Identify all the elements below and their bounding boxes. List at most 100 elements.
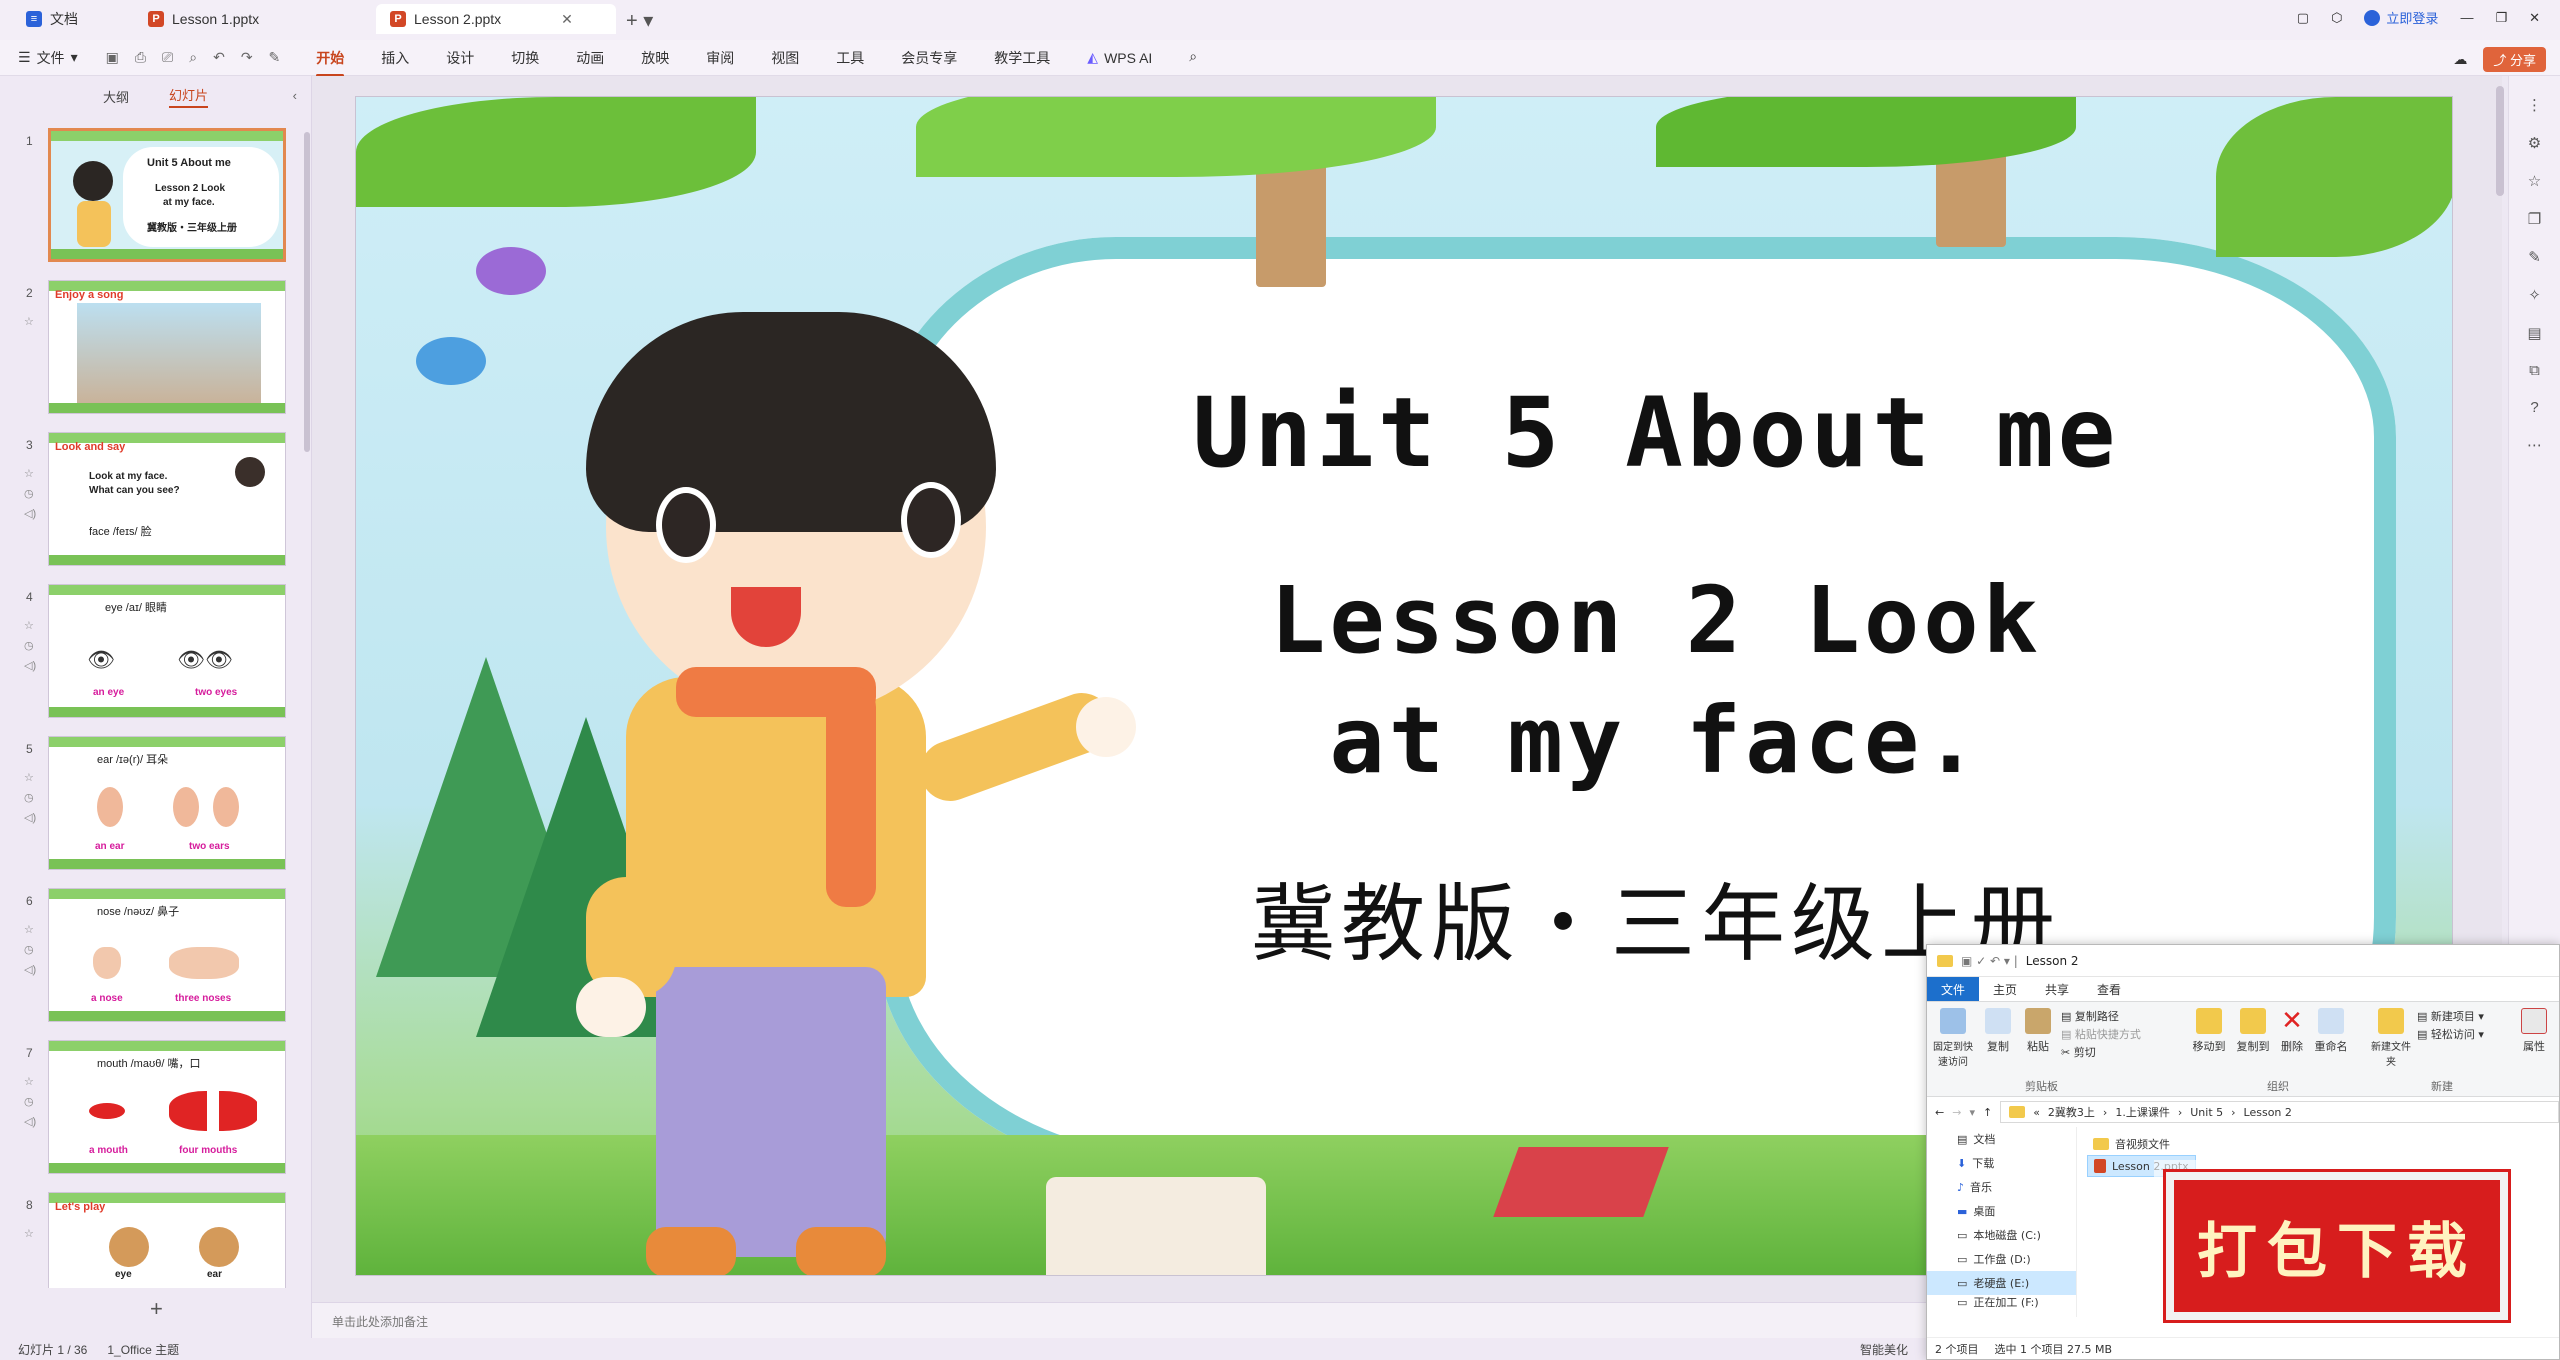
- slide-thumbnail[interactable]: ear /ɪə(r)/ 耳朵 an ear two ears: [48, 736, 286, 870]
- slide-thumbnail[interactable]: mouth /maʊθ/ 嘴，口 a mouth four mouths: [48, 1040, 286, 1174]
- up-icon[interactable]: ↑: [1983, 1106, 1992, 1119]
- download-badge[interactable]: 打包下载: [2163, 1169, 2511, 1323]
- nav-item-drive-f[interactable]: ▭ 正在加工 (F:): [1927, 1295, 2076, 1310]
- share-button[interactable]: ⤴ 分享: [2483, 47, 2546, 72]
- explorer-tab-home[interactable]: 主页: [1979, 977, 2031, 1002]
- wps-ai-button[interactable]: ◭ WPS AI: [1087, 48, 1152, 68]
- nav-item-drive-c[interactable]: ▭ 本地磁盘 (C:): [1927, 1223, 2076, 1247]
- explorer-tab-file[interactable]: 文件: [1927, 976, 1980, 1002]
- nav-item-documents[interactable]: ▤ 文档: [1927, 1127, 2076, 1151]
- breadcrumb[interactable]: 2冀教3上: [2048, 1104, 2095, 1120]
- delete-button[interactable]: ✕ 删除: [2277, 1008, 2307, 1054]
- nav-item-downloads[interactable]: ⬇ 下载: [1927, 1151, 2076, 1175]
- settings-icon[interactable]: ⚙: [2509, 134, 2560, 152]
- book-icon[interactable]: ▤: [2509, 324, 2560, 342]
- search-icon[interactable]: ⌕: [1189, 48, 1197, 68]
- star-icon[interactable]: ☆: [24, 312, 34, 332]
- cube-icon[interactable]: ⬡: [2331, 10, 2342, 26]
- star-icon[interactable]: ☆: [24, 1224, 34, 1244]
- theme-label[interactable]: 1_Office 主题: [107, 1341, 179, 1358]
- thumbnail-row-7[interactable]: 7 ☆ ◷ ◁) mouth /maʊθ/ 嘴，口 a mouth four mou…: [0, 1040, 312, 1180]
- menu-member[interactable]: 会员专享: [901, 48, 957, 68]
- rename-button[interactable]: 重命名: [2311, 1008, 2351, 1054]
- copy-button[interactable]: 复制: [1981, 1008, 2015, 1054]
- easy-access-button[interactable]: ▤ 轻松访问 ▾: [2417, 1026, 2484, 1044]
- layers-icon[interactable]: ❐: [2509, 210, 2560, 228]
- paste-shortcut-button[interactable]: ▤ 粘贴快捷方式: [2061, 1026, 2141, 1044]
- file-menu[interactable]: ☰ 文件 ▾: [18, 48, 78, 68]
- help-icon[interactable]: ?: [2509, 399, 2560, 416]
- tab-outline[interactable]: 大纲: [103, 87, 129, 106]
- address-bar[interactable]: « 2冀教3上 › 1.上课课件 › Unit 5 › Lesson 2: [2000, 1101, 2559, 1123]
- thumbnail-row-1[interactable]: 1 Unit 5 About me Lesson 2 Look at my fa…: [0, 128, 312, 268]
- breadcrumb[interactable]: Lesson 2: [2244, 1106, 2292, 1119]
- thumbnail-row-2[interactable]: 2 ☆ Enjoy a song: [0, 280, 312, 420]
- layout-icon[interactable]: ▢: [2297, 10, 2309, 26]
- thumbnail-row-4[interactable]: 4 ☆ ◷ ◁) eye /aɪ/ 眼睛 👁 👁👁 an eye two eyes: [0, 584, 312, 724]
- properties-button[interactable]: 属性: [2517, 1008, 2551, 1054]
- menu-insert[interactable]: 插入: [381, 48, 409, 68]
- more-icon[interactable]: ⋮: [2509, 96, 2560, 114]
- overflow-icon[interactable]: ⋯: [2509, 436, 2560, 454]
- add-slide-icon[interactable]: +: [150, 1296, 163, 1322]
- thumbnail-row-8[interactable]: 8 ☆ Let's play eye ear: [0, 1192, 312, 1288]
- copy-path-button[interactable]: ▤ 复制路径: [2061, 1008, 2141, 1026]
- menu-review[interactable]: 审阅: [706, 48, 734, 68]
- minimize-icon[interactable]: —: [2460, 10, 2473, 25]
- move-to-button[interactable]: 移动到: [2189, 1008, 2229, 1054]
- save-icon[interactable]: ▣: [106, 49, 119, 66]
- slide-thumbnail[interactable]: eye /aɪ/ 眼睛 👁 👁👁 an eye two eyes: [48, 584, 286, 718]
- slide-lesson-line1[interactable]: Lesson 2 Look: [1156, 567, 2156, 674]
- thumbnail-row-5[interactable]: 5 ☆ ◷ ◁) ear /ɪə(r)/ 耳朵 an ear two ears: [0, 736, 312, 876]
- explorer-tab-share[interactable]: 共享: [2031, 977, 2083, 1002]
- animation-icon[interactable]: ✧: [2509, 286, 2560, 304]
- slide-thumbnail[interactable]: Let's play eye ear: [48, 1192, 286, 1288]
- back-icon[interactable]: ←: [1935, 1106, 1944, 1119]
- thumbnail-scrollbar[interactable]: [304, 132, 310, 452]
- slide-lesson-line2[interactable]: at my face.: [1156, 687, 2156, 794]
- new-item-button[interactable]: ▤ 新建项目 ▾: [2417, 1008, 2484, 1026]
- collapse-icon[interactable]: ‹: [293, 88, 297, 103]
- nav-item-music[interactable]: ♪ 音乐: [1927, 1175, 2076, 1199]
- menu-tools[interactable]: 工具: [836, 48, 864, 68]
- paste-button[interactable]: 粘贴: [2021, 1008, 2055, 1054]
- copy-to-button[interactable]: 复制到: [2233, 1008, 2273, 1054]
- star-icon[interactable]: ☆: [2509, 172, 2560, 190]
- menu-home[interactable]: 开始: [316, 48, 345, 77]
- slide-thumbnail[interactable]: Unit 5 About me Lesson 2 Look at my face…: [48, 128, 286, 262]
- tab-docs[interactable]: ≡ 文档: [12, 4, 128, 34]
- menu-slideshow[interactable]: 放映: [641, 48, 669, 68]
- slide-thumbnail[interactable]: Look and say Look at my face. What can y…: [48, 432, 286, 566]
- nav-item-desktop[interactable]: ▬ 桌面: [1927, 1199, 2076, 1223]
- nav-item-drive-d[interactable]: ▭ 工作盘 (D:): [1927, 1247, 2076, 1271]
- slide-title[interactable]: Unit 5 About me: [1156, 377, 2156, 489]
- new-folder-button[interactable]: 新建文件夹: [2371, 1008, 2411, 1068]
- menu-animation[interactable]: 动画: [576, 48, 604, 68]
- menu-design[interactable]: 设计: [446, 48, 474, 68]
- slide-thumbnail[interactable]: Enjoy a song: [48, 280, 286, 414]
- menu-view[interactable]: 视图: [771, 48, 799, 68]
- design-icon[interactable]: ✎: [2509, 248, 2560, 266]
- cut-button[interactable]: ✂ 剪切: [2061, 1044, 2141, 1062]
- file-row-folder[interactable]: 音视频文件: [2087, 1133, 2196, 1155]
- undo-icon[interactable]: ↶: [213, 49, 225, 66]
- thumbnail-row-6[interactable]: 6 ☆ ◷ ◁) nose /nəʊz/ 鼻子 a nose three noses: [0, 888, 312, 1028]
- history-icon[interactable]: ▾: [1969, 1106, 1975, 1119]
- restore-icon[interactable]: ❐: [2495, 10, 2507, 26]
- tab-lesson1[interactable]: P Lesson 1.pptx: [134, 4, 370, 34]
- nav-item-drive-e[interactable]: ▭ 老硬盘 (E:): [1927, 1271, 2076, 1295]
- export-icon[interactable]: ⎙: [135, 49, 146, 66]
- beautify-button[interactable]: 智能美化: [1860, 1341, 1908, 1358]
- login-button[interactable]: 立即登录: [2364, 8, 2438, 27]
- menu-transitions[interactable]: 切换: [511, 48, 539, 68]
- editor-scrollbar[interactable]: [2496, 86, 2504, 196]
- breadcrumb[interactable]: «: [2033, 1106, 2040, 1119]
- tab-lesson2[interactable]: P Lesson 2.pptx ✕: [376, 4, 616, 34]
- thumbnail-row-3[interactable]: 3 ☆ ◷ ◁) Look and say Look at my face. Wha…: [0, 432, 312, 572]
- cloud-icon[interactable]: ☁: [2453, 51, 2467, 68]
- close-icon[interactable]: ✕: [561, 11, 573, 28]
- breadcrumb[interactable]: Unit 5: [2190, 1106, 2223, 1119]
- redo-icon[interactable]: ↷: [241, 49, 253, 66]
- close-window-icon[interactable]: ✕: [2529, 10, 2540, 26]
- breadcrumb[interactable]: 1.上课课件: [2115, 1104, 2170, 1120]
